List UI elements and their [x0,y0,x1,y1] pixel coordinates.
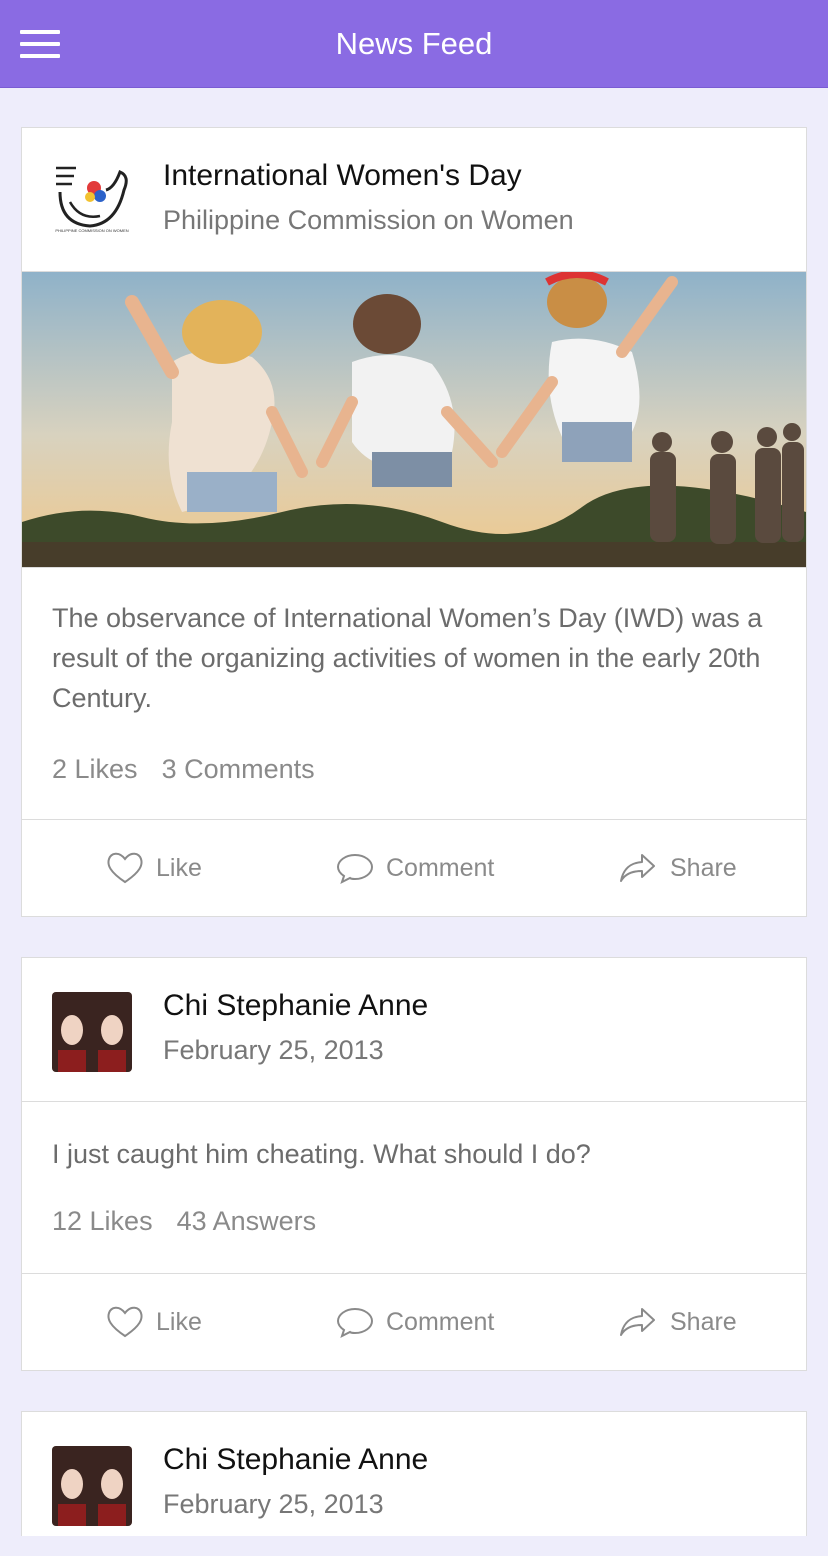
post-actions: Like Comment Share [22,819,806,916]
app-bar: News Feed [0,0,828,88]
post-subtitle: Philippine Commission on Women [163,205,574,235]
post-date: February 25, 2013 [163,1035,384,1065]
avatar[interactable] [52,1446,132,1526]
post-author[interactable]: Chi Stephanie Anne [163,1442,428,1478]
post-header: Chi Stephanie Anne February 25, 2013 [22,958,806,1102]
page-title: News Feed [335,26,493,61]
share-icon [620,854,655,882]
like-button[interactable]: Like [106,820,202,916]
comment-icon [336,1307,374,1338]
post-author[interactable]: Chi Stephanie Anne [163,988,428,1024]
share-icon [620,1308,655,1336]
pcw-logo: PHILIPPINE COMMISSION ON WOMEN [50,162,134,234]
post-card: PHILIPPINE COMMISSION ON WOMEN Internati… [21,127,807,917]
share-button[interactable]: Share [618,820,737,916]
post-actions: Like Comment Share [22,1273,806,1370]
answers-count[interactable]: 43 Answers [177,1206,317,1236]
likes-count[interactable]: 12 Likes [52,1206,153,1236]
post-author[interactable]: International Women's Day [163,158,522,194]
share-button[interactable]: Share [618,1274,737,1370]
comment-label: Comment [386,1307,495,1336]
post-text: The observance of International Women’s … [52,603,763,713]
logo-caption: PHILIPPINE COMMISSION ON WOMEN [55,228,129,233]
heart-icon [107,852,143,884]
like-label: Like [156,853,202,882]
avatar[interactable] [52,992,132,1072]
heart-icon [107,1306,143,1338]
like-label: Like [156,1307,202,1336]
comment-button[interactable]: Comment [336,1274,494,1370]
comment-label: Comment [386,853,495,882]
post-date: February 25, 2013 [163,1489,384,1519]
share-label: Share [670,1307,737,1336]
share-label: Share [670,853,737,882]
post-header: PHILIPPINE COMMISSION ON WOMEN Internati… [22,128,806,272]
post-header: Chi Stephanie Anne February 25, 2013 [22,1412,806,1556]
post-text: I just caught him cheating. What should … [52,1139,591,1169]
post-card: Chi Stephanie Anne February 25, 2013 [21,1411,807,1536]
comments-count[interactable]: 3 Comments [162,754,315,784]
post-card: Chi Stephanie Anne February 25, 2013 I j… [21,957,807,1371]
post-image[interactable] [22,272,806,568]
like-button[interactable]: Like [106,1274,202,1370]
likes-count[interactable]: 2 Likes [52,754,138,784]
comment-icon [336,853,374,884]
comment-button[interactable]: Comment [336,820,494,916]
